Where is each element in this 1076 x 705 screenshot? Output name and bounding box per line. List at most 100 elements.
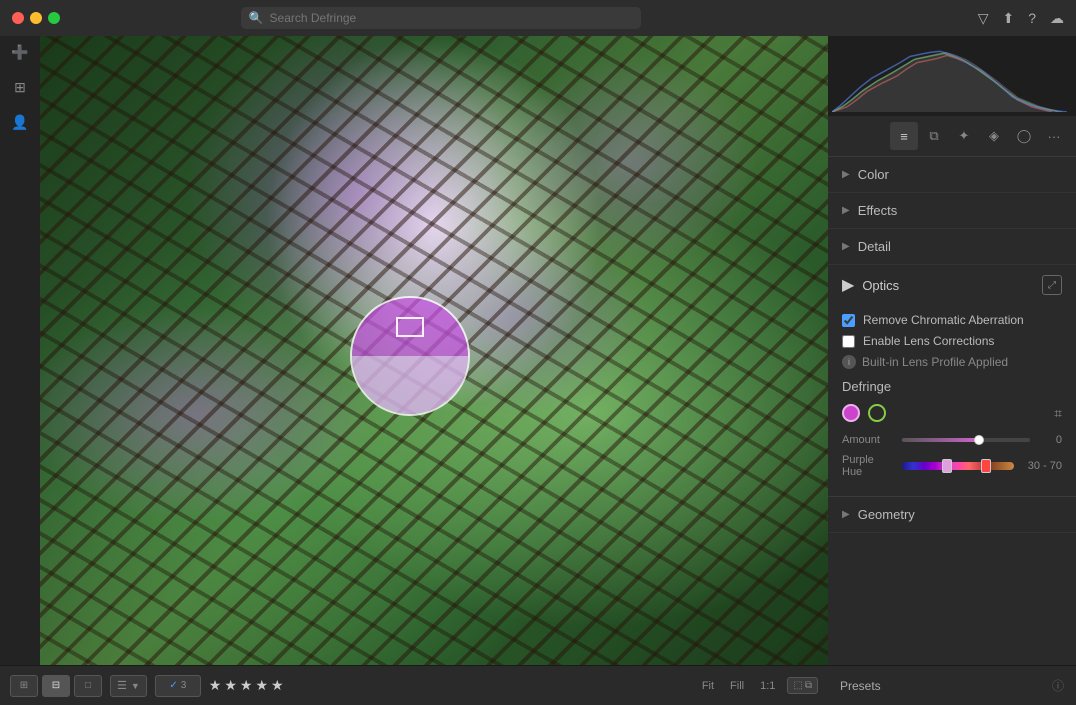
chromatic-aberration-row: Remove Chromatic Aberration: [842, 313, 1062, 327]
share-icon[interactable]: ⬆: [1002, 10, 1014, 27]
eyedropper-icon[interactable]: ⌗: [1054, 405, 1062, 422]
optics-content: Remove Chromatic Aberration Enable Lens …: [828, 305, 1076, 496]
amount-slider-thumb[interactable]: [974, 435, 984, 445]
add-photo-icon[interactable]: ➕: [11, 44, 28, 61]
purple-color-selector[interactable]: [842, 404, 860, 422]
defringe-colors: ⌗: [842, 404, 1062, 422]
grid-view-button[interactable]: ⊞: [10, 675, 38, 697]
bottom-container: ⊞ ⊟ □ ☰ ▼ ✓ 3 ★ ★ ★ ★ ★ Fit Fill 1:1 ⬚ ⧉: [0, 665, 1076, 705]
photo-area: [40, 36, 828, 665]
export-icon: ⬚: [793, 680, 802, 691]
optics-header[interactable]: ▶ Optics ⤢: [828, 265, 1076, 305]
sort-chevron: ▼: [131, 681, 140, 691]
amount-slider-track[interactable]: [902, 438, 1030, 442]
effects-chevron: ▶: [842, 205, 850, 216]
info-icon: i: [842, 355, 856, 369]
view-buttons: ⊞ ⊟ □: [10, 675, 102, 697]
purple-hue-thumb-left[interactable]: [942, 459, 952, 473]
optics-title: Optics: [862, 278, 1034, 293]
left-sidebar: ➕ ⊞ 👤: [0, 36, 40, 665]
main-area: ➕ ⊞ 👤 ≡: [0, 36, 1076, 665]
export-button[interactable]: ⬚ ⧉: [787, 677, 818, 694]
retouch-panel-button[interactable]: ✦: [950, 122, 978, 150]
compare-icon: ⧉: [805, 680, 812, 691]
color-title: Color: [858, 167, 889, 182]
right-bottom-bar: Presets ⓘ: [828, 665, 1076, 705]
filter-panel-button[interactable]: ◈: [980, 122, 1008, 150]
amount-slider-row: Amount 0: [842, 434, 1062, 446]
zoom-controls: Fit Fill 1:1 ⬚ ⧉: [698, 677, 818, 694]
maximize-button[interactable]: [48, 12, 60, 24]
amount-value: 0: [1038, 434, 1062, 446]
traffic-lights: [12, 12, 60, 24]
geometry-chevron: ▶: [842, 509, 850, 520]
search-icon: 🔍: [249, 11, 264, 25]
zoom-fit-button[interactable]: Fit: [698, 678, 718, 694]
detail-title: Detail: [858, 239, 891, 254]
geometry-section[interactable]: ▶ Geometry: [828, 497, 1076, 533]
purple-hue-value: 30 - 70: [1022, 460, 1062, 472]
star-4[interactable]: ★: [255, 677, 268, 694]
histogram: [828, 36, 1076, 116]
flag-number: 3: [181, 680, 187, 691]
purple-hue-row: Purple Hue 30 - 70: [842, 454, 1062, 478]
search-input[interactable]: [270, 11, 633, 25]
info-bottom-icon[interactable]: ⓘ: [1052, 677, 1064, 694]
builtin-profile-row: i Built-in Lens Profile Applied: [842, 355, 1062, 369]
geometry-title: Geometry: [858, 507, 915, 522]
zoom-1to1-button[interactable]: 1:1: [756, 678, 779, 694]
account-icon[interactable]: ☁: [1050, 10, 1064, 27]
purple-hue-thumb-right[interactable]: [981, 459, 991, 473]
star-2[interactable]: ★: [224, 677, 237, 694]
titlebar-right: ▽ ⬆ ? ☁: [978, 10, 1064, 27]
star-1[interactable]: ★: [209, 677, 222, 694]
detail-section[interactable]: ▶ Detail: [828, 229, 1076, 265]
defringe-label: Defringe: [842, 379, 1062, 394]
lens-corrections-checkbox[interactable]: [842, 335, 855, 348]
filter-icon[interactable]: ▽: [978, 10, 989, 27]
sort-button[interactable]: ☰ ▼: [110, 675, 147, 697]
circle-panel-button[interactable]: ◯: [1010, 122, 1038, 150]
star-3[interactable]: ★: [240, 677, 253, 694]
people-icon[interactable]: 👤: [11, 114, 28, 131]
search-bar[interactable]: 🔍: [241, 7, 641, 29]
flag-check-icon: ✓: [169, 680, 177, 691]
titlebar: 🔍 ▽ ⬆ ? ☁: [0, 0, 1076, 36]
optics-chevron: ▶: [842, 275, 854, 295]
effects-section[interactable]: ▶ Effects: [828, 193, 1076, 229]
builtin-profile-label: Built-in Lens Profile Applied: [862, 355, 1008, 369]
photo-background: [40, 36, 828, 665]
color-chevron: ▶: [842, 169, 850, 180]
chromatic-aberration-label[interactable]: Remove Chromatic Aberration: [863, 313, 1024, 327]
crop-panel-button[interactable]: ⧉: [920, 122, 948, 150]
sliders-panel-button[interactable]: ≡: [890, 122, 918, 150]
sort-icon: ☰: [117, 679, 127, 692]
amount-label: Amount: [842, 434, 894, 446]
lens-corrections-label[interactable]: Enable Lens Corrections: [863, 334, 994, 348]
library-icon[interactable]: ⊞: [14, 79, 26, 96]
chromatic-aberration-checkbox[interactable]: [842, 314, 855, 327]
presets-label[interactable]: Presets: [840, 679, 881, 693]
lens-corrections-row: Enable Lens Corrections: [842, 334, 1062, 348]
purple-hue-track[interactable]: [902, 462, 1014, 470]
panel-icons: ≡ ⧉ ✦ ◈ ◯ ···: [828, 116, 1076, 157]
optics-panel: ▶ Optics ⤢ Remove Chromatic Aberration E…: [828, 265, 1076, 497]
purple-hue-label: Purple Hue: [842, 454, 894, 478]
more-panel-button[interactable]: ···: [1040, 122, 1068, 150]
minimize-button[interactable]: [30, 12, 42, 24]
green-color-selector[interactable]: [868, 404, 886, 422]
help-icon[interactable]: ?: [1028, 10, 1036, 26]
color-section[interactable]: ▶ Color: [828, 157, 1076, 193]
square-grid-button[interactable]: ⊟: [42, 675, 70, 697]
single-view-button[interactable]: □: [74, 675, 102, 697]
star-rating[interactable]: ★ ★ ★ ★ ★: [209, 677, 284, 694]
flag-area: ✓ 3: [155, 675, 201, 697]
bottom-bar: ⊞ ⊟ □ ☰ ▼ ✓ 3 ★ ★ ★ ★ ★ Fit Fill 1:1 ⬚ ⧉: [0, 665, 828, 705]
detail-chevron: ▶: [842, 241, 850, 252]
optics-expand-icon[interactable]: ⤢: [1042, 275, 1062, 295]
zoom-fill-button[interactable]: Fill: [726, 678, 748, 694]
star-5[interactable]: ★: [271, 677, 284, 694]
effects-title: Effects: [858, 203, 898, 218]
close-button[interactable]: [12, 12, 24, 24]
right-panel: ≡ ⧉ ✦ ◈ ◯ ··· ▶ Color ▶ Effects ▶ Detail…: [828, 36, 1076, 665]
